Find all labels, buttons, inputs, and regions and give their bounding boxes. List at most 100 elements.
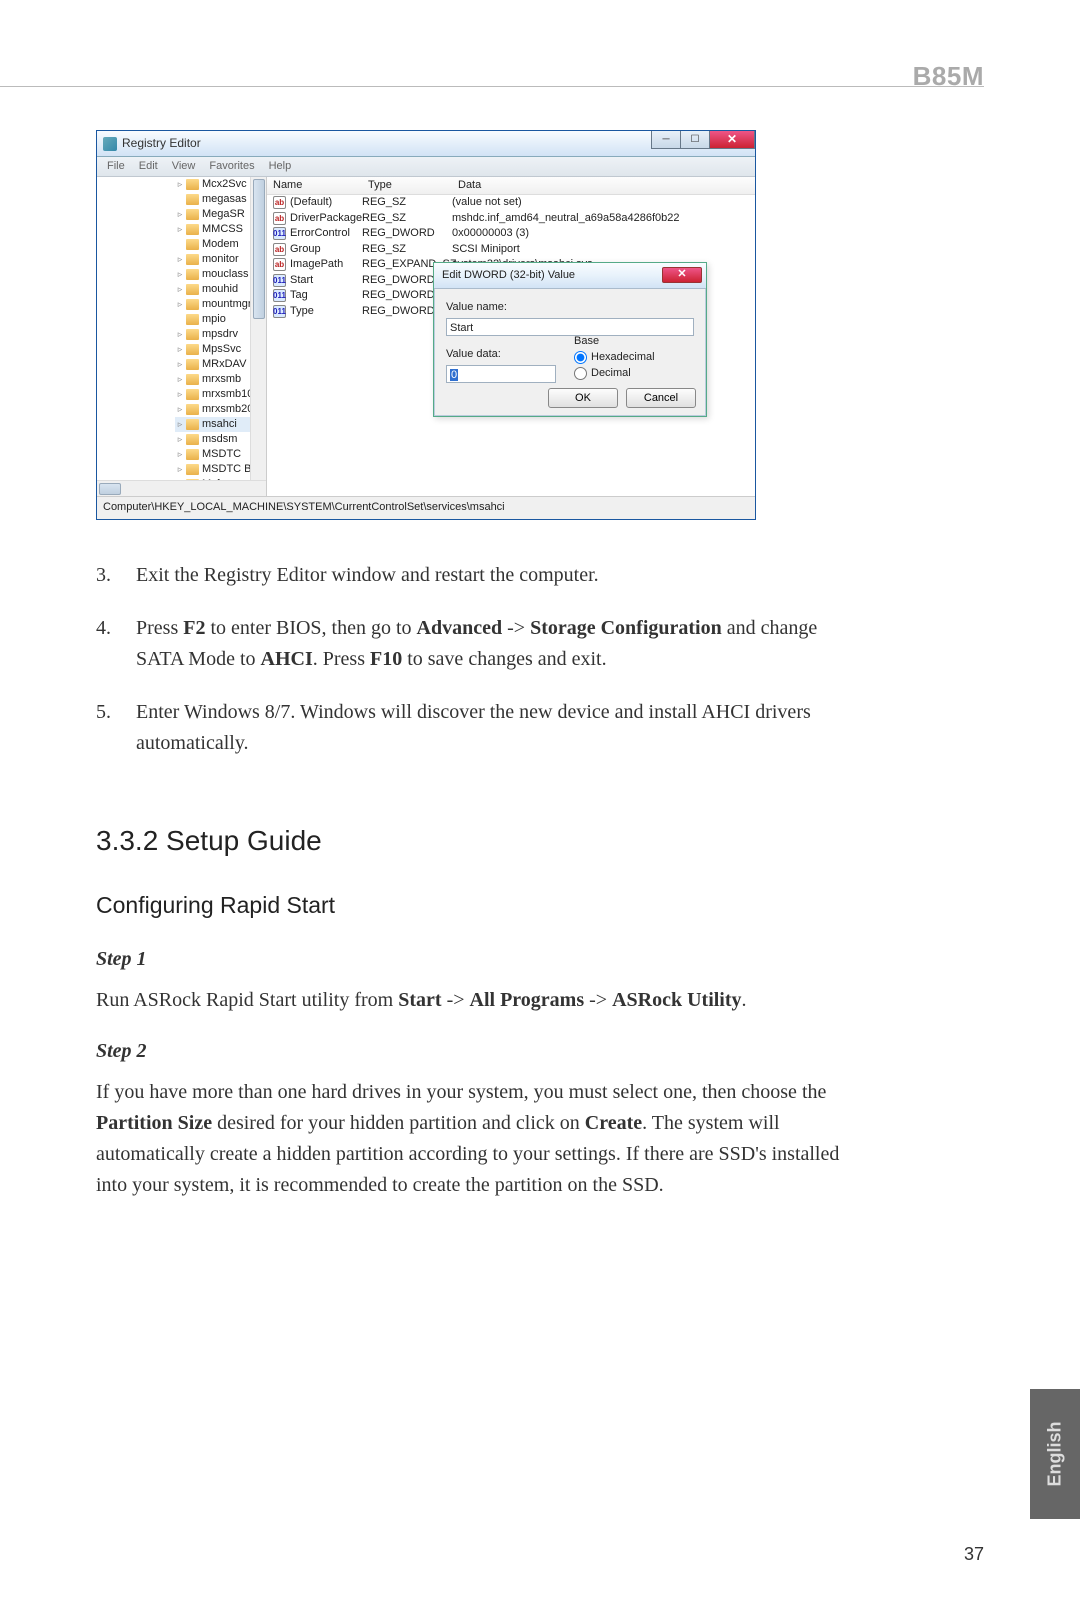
expander-icon[interactable]: ▹ bbox=[175, 447, 185, 462]
titlebar: Registry Editor ─ ☐ ✕ bbox=[97, 131, 755, 157]
maximize-button[interactable]: ☐ bbox=[680, 131, 710, 149]
tree-item-label: MSDTC bbox=[202, 447, 241, 462]
list-header: Name Type Data bbox=[267, 177, 755, 195]
row-name: ErrorControl bbox=[290, 227, 350, 239]
dialog-close-button[interactable]: ✕ bbox=[662, 267, 702, 283]
row-name: Start bbox=[290, 274, 313, 286]
tree-item-label: mpio bbox=[202, 312, 226, 327]
regedit-icon bbox=[103, 137, 117, 151]
value-data-field[interactable]: 0 bbox=[446, 365, 556, 383]
folder-icon bbox=[186, 434, 199, 445]
list-row[interactable]: 011ErrorControlREG_DWORD0x00000003 (3) bbox=[273, 226, 755, 242]
list-row[interactable]: abGroupREG_SZSCSI Miniport bbox=[273, 242, 755, 258]
expander-icon[interactable]: ▹ bbox=[175, 222, 185, 237]
menu-file[interactable]: File bbox=[101, 158, 131, 175]
row-type: REG_DWORD bbox=[362, 226, 452, 242]
menu-favorites[interactable]: Favorites bbox=[203, 158, 260, 175]
folder-icon bbox=[186, 299, 199, 310]
expander-icon[interactable]: ▹ bbox=[175, 357, 185, 372]
col-header-name[interactable]: Name bbox=[273, 177, 368, 194]
tree-item-label: mpsdrv bbox=[202, 327, 238, 342]
tree-scrollbar-vertical[interactable] bbox=[250, 177, 266, 496]
radio-hex-label: Hexadecimal bbox=[591, 349, 655, 365]
tree-item-label: mountmgr bbox=[202, 297, 252, 312]
folder-icon bbox=[186, 344, 199, 355]
expander-icon[interactable]: ▹ bbox=[175, 177, 185, 192]
base-group: Base Hexadecimal Decimal bbox=[574, 333, 655, 381]
instruction-list: 3. Exit the Registry Editor window and r… bbox=[96, 560, 856, 759]
reg-sz-icon: ab bbox=[273, 196, 286, 209]
menu-view[interactable]: View bbox=[166, 158, 202, 175]
list-row[interactable]: ab(Default)REG_SZ(value not set) bbox=[273, 195, 755, 211]
tree-item-label: monitor bbox=[202, 252, 239, 267]
expander-icon[interactable]: ▹ bbox=[175, 432, 185, 447]
row-name: Tag bbox=[290, 289, 308, 301]
step1-text: Run ASRock Rapid Start utility from Star… bbox=[96, 985, 856, 1016]
menu-edit[interactable]: Edit bbox=[133, 158, 164, 175]
folder-icon bbox=[186, 209, 199, 220]
folder-icon bbox=[186, 239, 199, 250]
expander-icon[interactable]: ▹ bbox=[175, 282, 185, 297]
row-data: mshdc.inf_amd64_neutral_a69a58a4286f0b22 bbox=[452, 211, 755, 227]
reg-dw-icon: 011 bbox=[273, 227, 286, 240]
expander-icon[interactable]: ▹ bbox=[175, 387, 185, 402]
folder-icon bbox=[186, 404, 199, 415]
expander-icon[interactable]: ▹ bbox=[175, 207, 185, 222]
radio-dec[interactable] bbox=[574, 367, 587, 380]
tree-item-label: Modem bbox=[202, 237, 239, 252]
reg-dw-icon: 011 bbox=[273, 289, 286, 302]
expander-icon[interactable]: ▹ bbox=[175, 252, 185, 267]
expander-icon[interactable]: ▹ bbox=[175, 297, 185, 312]
list-item: 5. Enter Windows 8/7. Windows will disco… bbox=[96, 697, 856, 759]
step-label: Step 1 bbox=[96, 944, 856, 975]
row-name: ImagePath bbox=[290, 258, 343, 270]
section-heading: 3.3.2 Setup Guide bbox=[96, 819, 856, 862]
list-row[interactable]: abDriverPackageIdREG_SZmshdc.inf_amd64_n… bbox=[273, 211, 755, 227]
expander-icon[interactable]: ▹ bbox=[175, 267, 185, 282]
tree-item-label: mrxsmb bbox=[202, 372, 241, 387]
minimize-button[interactable]: ─ bbox=[651, 131, 681, 149]
page-number: 37 bbox=[964, 1541, 984, 1569]
folder-icon bbox=[186, 269, 199, 280]
expander-icon[interactable]: ▹ bbox=[175, 417, 185, 432]
cancel-button[interactable]: Cancel bbox=[626, 388, 696, 408]
col-header-type[interactable]: Type bbox=[368, 177, 458, 194]
value-name-field[interactable]: Start bbox=[446, 318, 694, 336]
tree-item-label: mouclass bbox=[202, 267, 248, 282]
expander-icon[interactable]: ▹ bbox=[175, 372, 185, 387]
expander-icon[interactable]: ▹ bbox=[175, 327, 185, 342]
row-name: Group bbox=[290, 243, 321, 255]
row-type: REG_SZ bbox=[362, 242, 452, 258]
radio-hex[interactable] bbox=[574, 351, 587, 364]
ok-button[interactable]: OK bbox=[548, 388, 618, 408]
folder-icon bbox=[186, 194, 199, 205]
tree-item-label: MRxDAV bbox=[202, 357, 246, 372]
expander-icon[interactable]: ▹ bbox=[175, 402, 185, 417]
list-item: 3. Exit the Registry Editor window and r… bbox=[96, 560, 856, 591]
step-text: Press F2 to enter BIOS, then go to Advan… bbox=[136, 613, 856, 675]
folder-icon bbox=[186, 464, 199, 475]
page-header-model: B85M bbox=[913, 56, 984, 96]
registry-editor-window: Registry Editor ─ ☐ ✕ File Edit View Fav… bbox=[96, 130, 756, 520]
reg-dw-icon: 011 bbox=[273, 305, 286, 318]
registry-tree[interactable]: ▹Mcx2Svcmegasas▹MegaSR▹MMCSSModem▹monito… bbox=[97, 177, 267, 496]
row-name: (Default) bbox=[290, 196, 332, 208]
tree-item-label: MegaSR bbox=[202, 207, 245, 222]
tree-item-label: MpsSvc bbox=[202, 342, 241, 357]
tree-item-label: mrxsmb10 bbox=[202, 387, 253, 402]
col-header-data[interactable]: Data bbox=[458, 177, 755, 194]
section-subheading: Configuring Rapid Start bbox=[96, 888, 856, 924]
folder-icon bbox=[186, 329, 199, 340]
close-button[interactable]: ✕ bbox=[709, 131, 755, 149]
row-type: REG_SZ bbox=[362, 195, 452, 211]
expander-icon[interactable]: ▹ bbox=[175, 462, 185, 477]
folder-icon bbox=[186, 374, 199, 385]
row-data: SCSI Miniport bbox=[452, 242, 755, 258]
folder-icon bbox=[186, 389, 199, 400]
tree-scrollbar-horizontal[interactable] bbox=[97, 480, 266, 496]
folder-icon bbox=[186, 224, 199, 235]
menu-help[interactable]: Help bbox=[263, 158, 298, 175]
base-label: Base bbox=[574, 333, 655, 349]
list-item: 4. Press F2 to enter BIOS, then go to Ad… bbox=[96, 613, 856, 675]
expander-icon[interactable]: ▹ bbox=[175, 342, 185, 357]
